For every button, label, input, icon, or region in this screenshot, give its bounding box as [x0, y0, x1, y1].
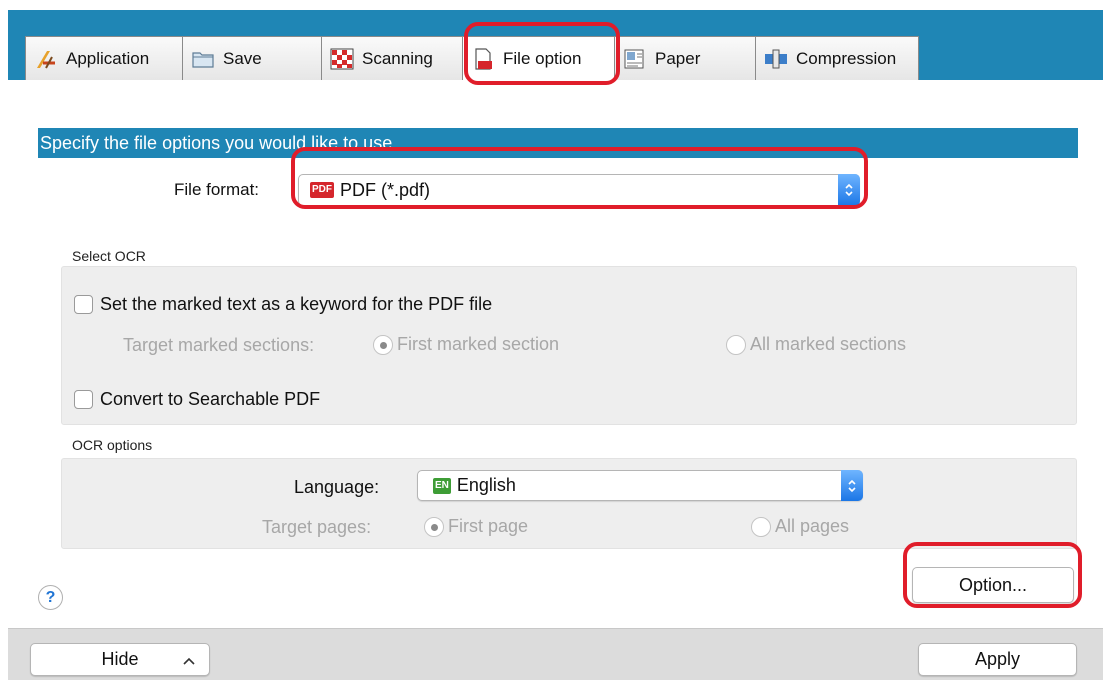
application-icon [37, 50, 55, 68]
scan-settings-window: Application Save Scanning File option Pa… [8, 10, 1103, 680]
searchable-pdf-label: Convert to Searchable PDF [100, 389, 321, 409]
target-marked-label: Target marked sections: [123, 335, 315, 355]
chevron-updown-icon [841, 470, 863, 501]
radio-unselected-icon [726, 334, 746, 355]
hide-button[interactable]: Hide [30, 643, 210, 676]
select-ocr-title: Select OCR [72, 248, 146, 264]
radio-selected-icon [424, 516, 444, 537]
chevron-up-icon [183, 657, 195, 665]
tab-label: Compression [796, 48, 897, 68]
first-marked-section-label: First marked section [397, 334, 560, 354]
keyword-checkbox[interactable] [74, 295, 93, 314]
tab-paper[interactable]: Paper [614, 36, 755, 81]
en-flag-icon: EN [433, 477, 451, 494]
searchable-pdf-checkbox[interactable] [74, 390, 93, 409]
scanning-icon [330, 48, 354, 69]
language-label: Language: [294, 477, 380, 497]
highlight-option-button [903, 542, 1082, 608]
highlight-tab-file-option [464, 22, 620, 85]
tab-application[interactable]: Application [25, 36, 182, 81]
all-marked-sections-label: All marked sections [750, 334, 907, 354]
language-select[interactable]: EN English [417, 470, 863, 501]
compression-icon [765, 49, 787, 68]
folder-icon [192, 51, 214, 68]
tab-label: Save [223, 48, 262, 68]
tab-compression[interactable]: Compression [755, 36, 919, 81]
apply-button[interactable]: Apply [918, 643, 1077, 676]
tab-save[interactable]: Save [182, 36, 321, 81]
first-page-radio: First page [424, 516, 528, 537]
hide-button-label: Hide [101, 649, 139, 669]
paper-icon [624, 49, 644, 68]
first-marked-section-radio: First marked section [373, 334, 559, 355]
tab-label: Scanning [362, 48, 433, 68]
keyword-checkbox-label: Set the marked text as a keyword for the… [100, 294, 493, 314]
highlight-file-format [291, 147, 868, 209]
select-ocr-group: Set the marked text as a keyword for the… [61, 266, 1077, 425]
language-value: English [456, 475, 516, 495]
tab-label: Application [66, 48, 150, 68]
all-marked-sections-radio: All marked sections [726, 334, 906, 355]
bottom-bar: Hide Apply [8, 628, 1103, 680]
all-pages-label: All pages [775, 516, 850, 536]
help-icon[interactable]: ? [38, 585, 63, 610]
target-pages-label: Target pages: [262, 517, 372, 537]
keyword-checkbox-row[interactable]: Set the marked text as a keyword for the… [74, 294, 492, 315]
radio-selected-icon [373, 334, 393, 355]
all-pages-radio: All pages [751, 516, 849, 537]
searchable-pdf-checkbox-row[interactable]: Convert to Searchable PDF [74, 389, 320, 410]
tab-scanning[interactable]: Scanning [321, 36, 462, 81]
file-format-label: File format: [174, 180, 260, 199]
ocr-options-title: OCR options [72, 437, 153, 453]
tab-label: Paper [655, 48, 701, 68]
first-page-label: First page [448, 516, 529, 536]
ocr-options-group: Language: EN English Target pages: First… [61, 458, 1077, 549]
radio-unselected-icon [751, 516, 771, 537]
